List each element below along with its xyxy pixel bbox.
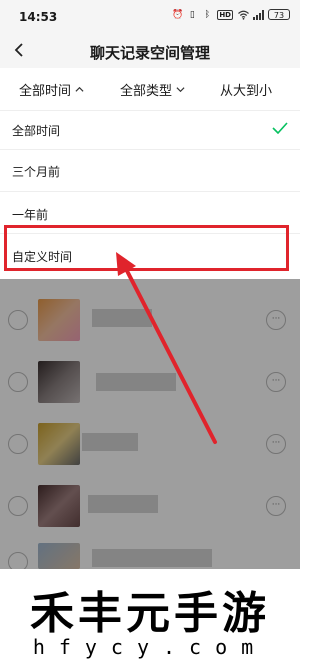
bluetooth-icon: ᛒ bbox=[204, 9, 211, 20]
filter-time-label: 全部时间 bbox=[19, 84, 72, 99]
filter-type[interactable]: 全部类型 bbox=[120, 80, 185, 99]
chevron-up-icon bbox=[75, 86, 84, 92]
hd-icon: HD bbox=[217, 9, 233, 20]
dim-overlay[interactable] bbox=[0, 279, 300, 569]
watermark-brand: 禾丰元手游 bbox=[30, 588, 270, 639]
chevron-down-icon bbox=[176, 87, 185, 93]
watermark-domain: hfycy.com bbox=[32, 635, 268, 659]
wifi-icon bbox=[238, 10, 249, 20]
filter-sort[interactable]: 从大到小 bbox=[220, 80, 272, 99]
battery-icon: 73 bbox=[268, 9, 290, 20]
filter-time[interactable]: 全部时间 bbox=[19, 80, 84, 99]
filter-bar: 全部时间 全部类型 从大到小 bbox=[0, 68, 300, 111]
status-icons: ⏰ ▯ ᛒ HD 73 bbox=[172, 9, 290, 20]
status-bar: 14:53 ⏰ ▯ ᛒ HD 73 bbox=[0, 0, 300, 34]
navigation-bar: 聊天记录空间管理 bbox=[0, 34, 300, 68]
option-label: 三个月前 bbox=[12, 165, 61, 179]
option-label: 全部时间 bbox=[12, 124, 61, 138]
dropdown-option-three-months[interactable]: 三个月前 bbox=[0, 150, 300, 190]
signal-icon bbox=[253, 9, 264, 20]
watermark: 禾丰元手游 hfycy.com bbox=[0, 569, 300, 670]
alarm-icon: ⏰ bbox=[172, 9, 184, 20]
status-time: 14:53 bbox=[19, 10, 58, 24]
filter-type-label: 全部类型 bbox=[120, 84, 173, 99]
checkmark-icon bbox=[272, 122, 288, 134]
highlight-box bbox=[4, 225, 289, 271]
page-title: 聊天记录空间管理 bbox=[89, 44, 210, 62]
vibrate-icon: ▯ bbox=[189, 9, 195, 20]
filter-sort-label: 从大到小 bbox=[220, 84, 273, 99]
option-label: 一年前 bbox=[12, 208, 49, 222]
dropdown-option-all-time[interactable]: 全部时间 bbox=[0, 111, 300, 149]
